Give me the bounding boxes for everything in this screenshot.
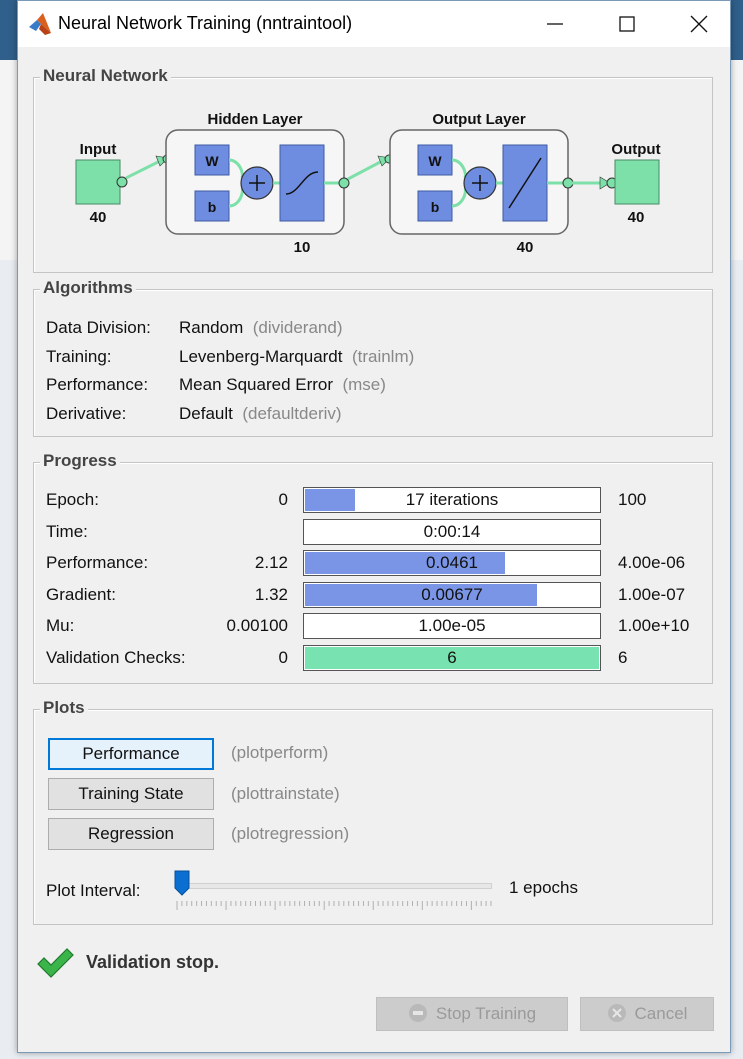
- nntraintool-window: Neural Network Training (nntraintool) Ne…: [17, 0, 731, 1053]
- output-layer-size: 40: [517, 239, 534, 256]
- progress-row-start: 1.32: [254, 584, 288, 604]
- hidden-bias-label: b: [208, 199, 217, 215]
- progress-row-end: 1.00e+10: [618, 616, 690, 636]
- cancel-icon: [607, 1004, 626, 1023]
- status-message: Validation stop.: [86, 952, 220, 972]
- output-label: Output: [611, 141, 660, 158]
- regression-plot-button-label: Regression: [88, 824, 174, 843]
- cancel-label: Cancel: [634, 1004, 688, 1023]
- neural-network-group: Neural Network Input 40 Hidden Layer 10 …: [33, 66, 713, 273]
- plots-group-title: Plots: [40, 698, 88, 718]
- progress-bar-value: 1.00e-05: [418, 616, 486, 636]
- progress-bar: 0.0461: [303, 550, 601, 577]
- stop-training-button[interactable]: Stop Training: [376, 997, 568, 1031]
- regression-plot-hint: (plotregression): [231, 824, 350, 843]
- output-weight-label: W: [428, 153, 442, 169]
- algorithm-row-value: Default (defaultderiv): [179, 404, 342, 424]
- progress-bar: 1.00e-05: [303, 613, 601, 640]
- algorithm-value-text: Mean Squared Error: [179, 375, 334, 394]
- algorithm-value-text: Random: [179, 318, 244, 337]
- checkmark-icon: [37, 948, 74, 978]
- performance-plot-button-label: Performance: [82, 744, 180, 763]
- algorithm-function-hint: (defaultderiv): [242, 403, 342, 423]
- progress-bar-value: 17 iterations: [405, 490, 499, 509]
- progress-group: Progress Epoch: 0 17 iterations 100 Time: 0:0…: [33, 451, 713, 684]
- progress-row-start: 0: [278, 490, 288, 509]
- progress-bar-value: 6: [447, 648, 457, 667]
- algorithms-group: Algorithms Data Division: Random (divider…: [33, 278, 713, 437]
- close-button[interactable]: [670, 1, 728, 47]
- progress-row-end: 100: [618, 490, 647, 509]
- maximize-icon: [619, 16, 635, 32]
- input-label: Input: [80, 141, 117, 158]
- algorithm-function-hint: (trainlm): [351, 346, 415, 366]
- algorithm-row-label: Training:: [46, 346, 112, 366]
- minimize-button[interactable]: [526, 1, 584, 47]
- progress-row-label: Validation Checks:: [46, 648, 186, 667]
- progress-row-start: 0: [278, 648, 288, 667]
- performance-plot-hint: (plotperform): [231, 743, 329, 762]
- hidden-layer-label: Hidden Layer: [207, 111, 302, 128]
- plot-interval-label: Plot Interval:: [46, 881, 141, 900]
- progress-row-label: Gradient:: [46, 584, 116, 604]
- algorithm-function-hint: (dividerand): [252, 318, 343, 337]
- window-title: Neural Network Training (nntraintool): [58, 13, 353, 33]
- input-connector: [116, 176, 128, 188]
- close-icon: [690, 15, 708, 33]
- output-node: [614, 159, 660, 205]
- training-state-plot-hint: (plottrainstate): [231, 784, 340, 803]
- progress-group-title: Progress: [40, 451, 120, 471]
- maximize-button[interactable]: [598, 1, 656, 47]
- plot-interval-slider-track[interactable]: [176, 883, 492, 889]
- progress-row-label: Performance:: [46, 553, 149, 573]
- network-diagram: Input 40 Hidden Layer 10 Output Layer 40…: [75, 111, 661, 256]
- cancel-button[interactable]: Cancel: [580, 997, 714, 1031]
- plot-interval-slider-thumb[interactable]: [174, 870, 190, 896]
- matlab-logo-icon: [29, 13, 51, 35]
- algorithm-function-hint: (mse): [342, 375, 386, 394]
- algorithm-row-value: Random (dividerand): [179, 318, 342, 338]
- algorithm-value-text: Default: [179, 403, 233, 423]
- regression-plot-button[interactable]: Regression: [48, 818, 214, 850]
- progress-bar: 6: [303, 645, 601, 671]
- progress-row-label: Time:: [46, 521, 88, 541]
- progress-bar-value: 0.0461: [426, 553, 478, 573]
- algorithms-group-title: Algorithms: [40, 278, 136, 298]
- stop-training-label: Stop Training: [435, 1004, 537, 1023]
- minimize-icon: [547, 23, 563, 25]
- algorithm-row-value: Mean Squared Error (mse): [179, 375, 386, 395]
- hidden-weight-label: W: [205, 153, 219, 169]
- output-bias-label: b: [431, 199, 440, 215]
- progress-bar: 17 iterations: [303, 487, 601, 513]
- title-bar[interactable]: Neural Network Training (nntraintool): [18, 1, 730, 47]
- output-size: 40: [628, 209, 645, 226]
- performance-plot-button[interactable]: Performance: [48, 738, 214, 770]
- training-state-plot-button-label: Training State: [78, 784, 184, 803]
- output-layer-label: Output Layer: [432, 111, 526, 128]
- progress-row-start: 0.00100: [226, 616, 288, 636]
- progress-row-end: 4.00e-06: [618, 553, 686, 573]
- progress-bar: 0.00677: [303, 581, 601, 608]
- algorithm-row-label: Data Division:: [46, 318, 151, 337]
- algorithm-value-text: Levenberg-Marquardt: [179, 346, 343, 366]
- hidden-layer-size: 10: [294, 239, 311, 256]
- plot-interval-ticks: [176, 901, 492, 910]
- input-node: [75, 159, 121, 205]
- progress-row-label: Epoch:: [46, 490, 99, 509]
- training-state-plot-button[interactable]: Training State: [48, 778, 214, 810]
- progress-bar: 0:00:14: [303, 518, 601, 545]
- progress-bar-value: 0:00:14: [423, 521, 481, 541]
- progress-row-label: Mu:: [46, 616, 75, 636]
- algorithm-row-label: Derivative:: [46, 403, 127, 423]
- input-size: 40: [90, 209, 107, 226]
- progress-row-end: 6: [618, 648, 628, 667]
- progress-row-start: 2.12: [254, 553, 288, 573]
- plot-interval-value: 1 epochs: [509, 878, 578, 897]
- progress-bar-value: 0.00677: [421, 584, 483, 604]
- algorithm-row-value: Levenberg-Marquardt (trainlm): [179, 347, 414, 367]
- algorithm-row-label: Performance:: [46, 375, 149, 394]
- progress-row-end: 1.00e-07: [618, 584, 686, 604]
- stop-icon: [408, 1004, 427, 1023]
- plots-group: Plots Performance (plotperform) Training…: [33, 698, 713, 925]
